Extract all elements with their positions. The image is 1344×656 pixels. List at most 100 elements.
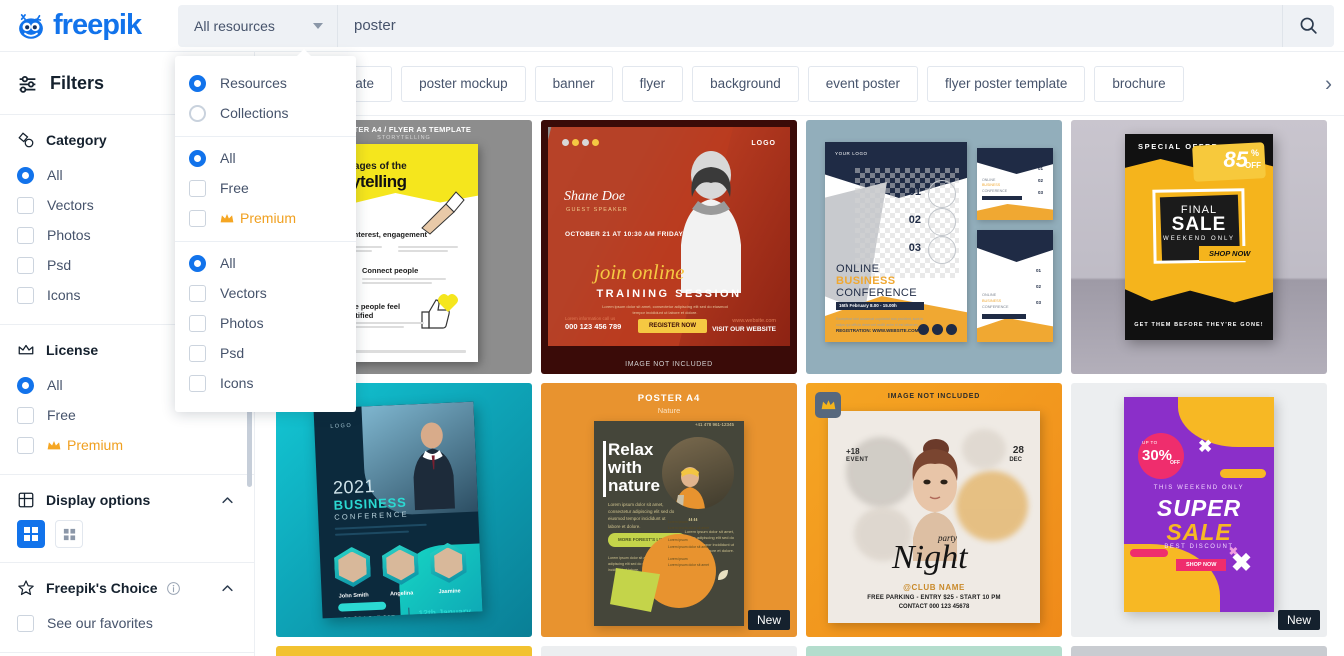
card2-social-dots <box>562 139 599 146</box>
card4-poster: SPECIAL OFFER 85 % OFF FINAL SALE WEEKEN… <box>1125 134 1273 340</box>
card3-small-flyer-1: ONLINE BUSINESS CONFERENCE 01 02 03 <box>977 148 1053 220</box>
tag-chip[interactable]: banner <box>534 65 613 102</box>
result-card[interactable]: ✖ ✖ ✖ UP TO 30% OFF THIS WEEKEND ONLY SU… <box>1071 383 1327 637</box>
brand-name: freepik <box>53 9 142 41</box>
info-icon[interactable] <box>166 581 181 596</box>
checkbox-icon <box>189 284 206 302</box>
card7-info1: FREE PARKING - ENTRY $25 - START 10 PM <box>867 595 1001 601</box>
tag-chip[interactable]: background <box>692 65 799 102</box>
card5-time: Start 08:00 PM <box>419 618 449 619</box>
sidebar-section-display-options: Display options <box>0 475 254 563</box>
checkbox-icon <box>17 406 34 424</box>
card3-num3: 03 <box>908 242 921 254</box>
dropdown-option-license-all[interactable]: All <box>175 143 356 173</box>
card7-month: DEC <box>1009 457 1022 463</box>
option-label: Icons <box>47 287 81 303</box>
freepiks-choice-title[interactable]: Freepik's Choice <box>17 579 237 597</box>
card2-speaker-role: GUEST SPEAKER <box>566 207 628 213</box>
freepiks-choice-option-favorites[interactable]: See our favorites <box>17 608 237 638</box>
option-label: All <box>47 377 63 393</box>
card4-footer: GET THEM BEFORE THEY'RE GONE! <box>1134 322 1264 328</box>
dropdown-option-resources[interactable]: Resources <box>175 68 356 98</box>
crown-icon <box>47 440 61 449</box>
freepik-logo[interactable]: freepik <box>0 9 178 43</box>
card3-date: 16th February 8.00 - 15.00h <box>839 303 897 308</box>
card5-speaker-hexes <box>334 542 468 588</box>
search-button[interactable] <box>1282 4 1334 47</box>
card3-title1: ONLINE <box>836 263 880 275</box>
card7-club: @CLUB NAME <box>903 583 965 592</box>
dropdown-option-category-vectors[interactable]: Vectors <box>175 278 356 308</box>
tag-chip[interactable]: flyer poster template <box>927 65 1086 102</box>
card2-inner: LOGO Shane Doe GUEST SPEAKER OCTOBER 21 … <box>548 127 790 346</box>
result-card[interactable] <box>1071 646 1327 656</box>
dropdown-option-category-all[interactable]: All <box>175 248 356 278</box>
checkbox-icon <box>17 196 34 214</box>
display-options-title[interactable]: Display options <box>17 491 237 509</box>
result-card[interactable] <box>276 646 532 656</box>
chevron-up-icon[interactable] <box>220 581 235 596</box>
resource-type-select[interactable]: All resources <box>178 4 338 47</box>
result-card[interactable]: SPECIAL OFFER 85 % OFF FINAL SALE WEEKEN… <box>1071 120 1327 374</box>
card8-off: OFF <box>1170 460 1180 466</box>
card1-point2: Connect people <box>362 266 419 275</box>
card4-title2: SALE <box>1171 214 1227 235</box>
card3-num2: 02 <box>908 214 921 226</box>
option-label: All <box>220 255 236 271</box>
card5-poster: LOGO 2021 BUSINESS CONFERENCE John Smith… <box>313 401 483 619</box>
dropdown-option-category-psd[interactable]: Psd <box>175 338 356 368</box>
dropdown-option-collections[interactable]: Collections <box>175 98 356 128</box>
result-card[interactable]: IMAGE NOT INCLUDED +18 EVENT 28 DEC part… <box>806 383 1062 637</box>
display-mode-small-grid[interactable] <box>55 520 83 548</box>
shapes-icon <box>18 132 34 148</box>
result-card[interactable]: POSTER A4 Nature Relax with nature Lorem… <box>541 383 797 637</box>
tag-chip[interactable]: flyer <box>621 65 684 102</box>
card4-cta: SHOP NOW <box>1199 246 1261 261</box>
sidebar-section-freepiks-choice: Freepik's Choice See our favorites <box>0 563 254 653</box>
card5-logo: LOGO <box>330 422 353 430</box>
crown-icon <box>821 400 835 410</box>
tag-chip[interactable]: poster mockup <box>401 65 526 102</box>
radio-icon <box>17 376 34 394</box>
card2-speaker: Shane Doe <box>564 189 626 204</box>
option-label: Free <box>220 180 249 196</box>
dropdown-option-category-icons[interactable]: Icons <box>175 368 356 398</box>
option-label: Collections <box>220 105 289 121</box>
tag-chip[interactable]: event poster <box>807 65 919 102</box>
dropdown-option-license-premium[interactable]: Premium <box>175 203 356 233</box>
chevron-up-icon[interactable] <box>220 493 235 508</box>
tag-chip[interactable]: brochure <box>1094 65 1184 102</box>
option-label: Vectors <box>47 197 94 213</box>
card2-footer: IMAGE NOT INCLUDED <box>625 361 713 368</box>
radio-icon <box>189 254 206 272</box>
freepik-search-page: freepik All resources poster template po… <box>0 0 1344 656</box>
checkbox-icon <box>189 209 206 227</box>
option-label: All <box>220 150 236 166</box>
checkbox-icon <box>189 314 206 332</box>
option-label: Icons <box>220 375 254 391</box>
large-grid-icon <box>24 527 38 541</box>
freepik-mascot-icon <box>19 13 43 39</box>
display-mode-buttons <box>17 520 237 548</box>
search-input[interactable] <box>354 17 1282 34</box>
radio-icon <box>17 166 34 184</box>
radio-icon <box>189 149 206 167</box>
search-bar: All resources <box>178 4 1334 47</box>
result-card[interactable] <box>541 646 797 656</box>
checkbox-icon <box>17 256 34 274</box>
result-card[interactable]: YOUR LOGO 01 02 03 ONLINE BUSINESS CONFE… <box>806 120 1062 374</box>
display-mode-large-grid[interactable] <box>17 520 45 548</box>
license-option-premium[interactable]: Premium <box>17 430 237 460</box>
license-label: License <box>46 342 99 358</box>
card8-poster: ✖ ✖ ✖ UP TO 30% OFF THIS WEEKEND ONLY SU… <box>1124 397 1274 612</box>
option-label: Photos <box>220 315 264 331</box>
dropdown-option-category-photos[interactable]: Photos <box>175 308 356 338</box>
result-card[interactable] <box>806 646 1062 656</box>
result-card[interactable]: LOGO 2021 BUSINESS CONFERENCE John Smith… <box>276 383 532 637</box>
dropdown-option-license-free[interactable]: Free <box>175 173 356 203</box>
card7-header: IMAGE NOT INCLUDED <box>887 393 981 400</box>
chevron-right-icon[interactable]: › <box>1325 73 1332 94</box>
checkbox-icon <box>17 226 34 244</box>
card2-logo: LOGO <box>751 140 776 147</box>
result-card[interactable]: LOGO Shane Doe GUEST SPEAKER OCTOBER 21 … <box>541 120 797 374</box>
